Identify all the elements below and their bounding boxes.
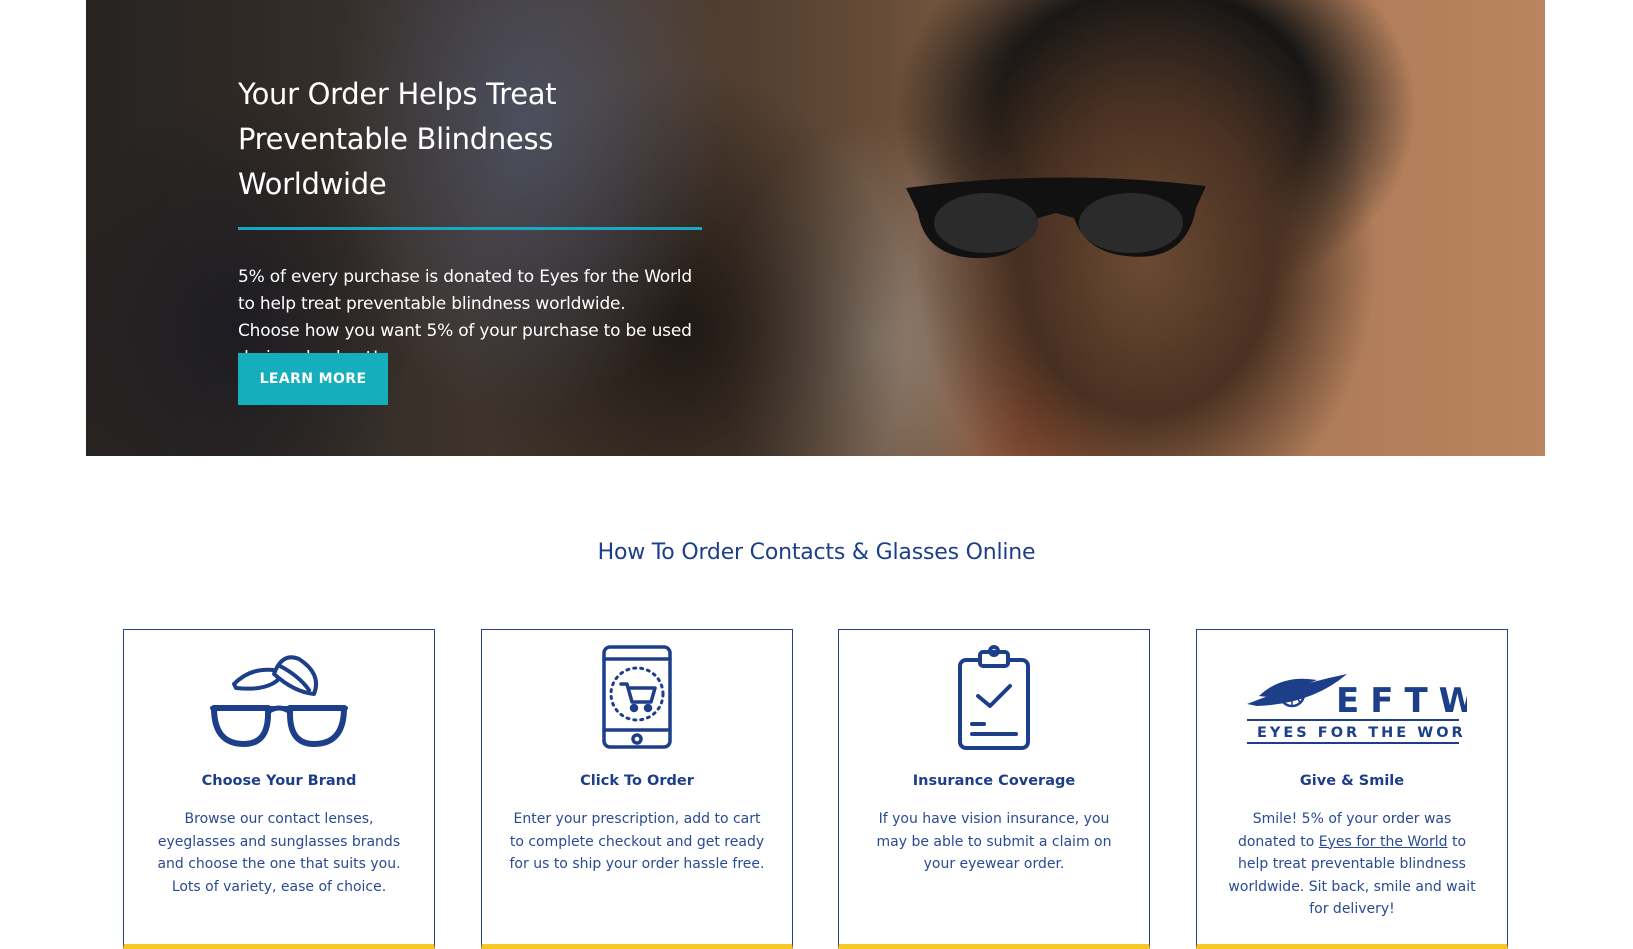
card-description: If you have vision insurance, you may be… bbox=[876, 811, 1112, 872]
learn-more-button[interactable]: LEARN MORE bbox=[238, 353, 388, 405]
clipboard-check-icon bbox=[958, 645, 1030, 750]
logo-tagline: EYES FOR THE WORLD bbox=[1257, 725, 1467, 741]
card-click-to-order: Click To Order Enter your prescription, … bbox=[481, 629, 793, 949]
card-choose-brand: Choose Your Brand Browse our contact len… bbox=[123, 629, 435, 949]
hero-text-line: Choose how you want 5% of your purchase … bbox=[238, 321, 692, 341]
hero-banner: Your Order Helps Treat Preventable Blind… bbox=[86, 0, 1545, 456]
logo-wordmark: EFTW bbox=[1336, 681, 1467, 721]
hero-title: Your Order Helps Treat Preventable Blind… bbox=[238, 72, 708, 207]
hero-title-line: Your Order Helps Treat bbox=[238, 77, 557, 111]
hero-content: Your Order Helps Treat Preventable Blind… bbox=[238, 72, 708, 372]
mobile-cart-icon bbox=[602, 645, 672, 749]
card-title: Insurance Coverage bbox=[912, 773, 1076, 789]
hero-divider bbox=[238, 227, 702, 230]
eyes-for-the-world-link[interactable]: Eyes for the World bbox=[1319, 834, 1448, 850]
icon-container: EFTW EYES FOR THE WORLD bbox=[1197, 644, 1507, 754]
eftw-logo: EFTW EYES FOR THE WORLD bbox=[1247, 674, 1467, 744]
card-insurance: Insurance Coverage If you have vision in… bbox=[838, 629, 1150, 949]
card-title: Give & Smile bbox=[1299, 773, 1405, 789]
icon-container bbox=[482, 644, 792, 754]
glasses-contacts-icon bbox=[210, 655, 348, 747]
card-title: Click To Order bbox=[580, 773, 694, 789]
card-description: Enter your prescription, add to cart to … bbox=[509, 811, 765, 872]
card-description: Smile! 5% of your order was donated to E… bbox=[1223, 808, 1481, 921]
card-give-smile: EFTW EYES FOR THE WORLD Give & Smile Smi… bbox=[1196, 629, 1508, 949]
card-description: Browse our contact lenses, eyeglasses an… bbox=[157, 811, 401, 895]
hero-title-line: Preventable Blindness Worldwide bbox=[238, 122, 554, 201]
section-title: How To Order Contacts & Glasses Online bbox=[597, 540, 1036, 565]
hero-text-line: 5% of every purchase is donated to Eyes … bbox=[238, 267, 692, 287]
icon-container bbox=[124, 644, 434, 754]
card-title: Choose Your Brand bbox=[201, 773, 357, 789]
icon-container bbox=[839, 644, 1149, 754]
hero-text-line: to help treat preventable blindness worl… bbox=[238, 294, 626, 314]
sunglasses-photo-detail bbox=[906, 177, 1206, 259]
